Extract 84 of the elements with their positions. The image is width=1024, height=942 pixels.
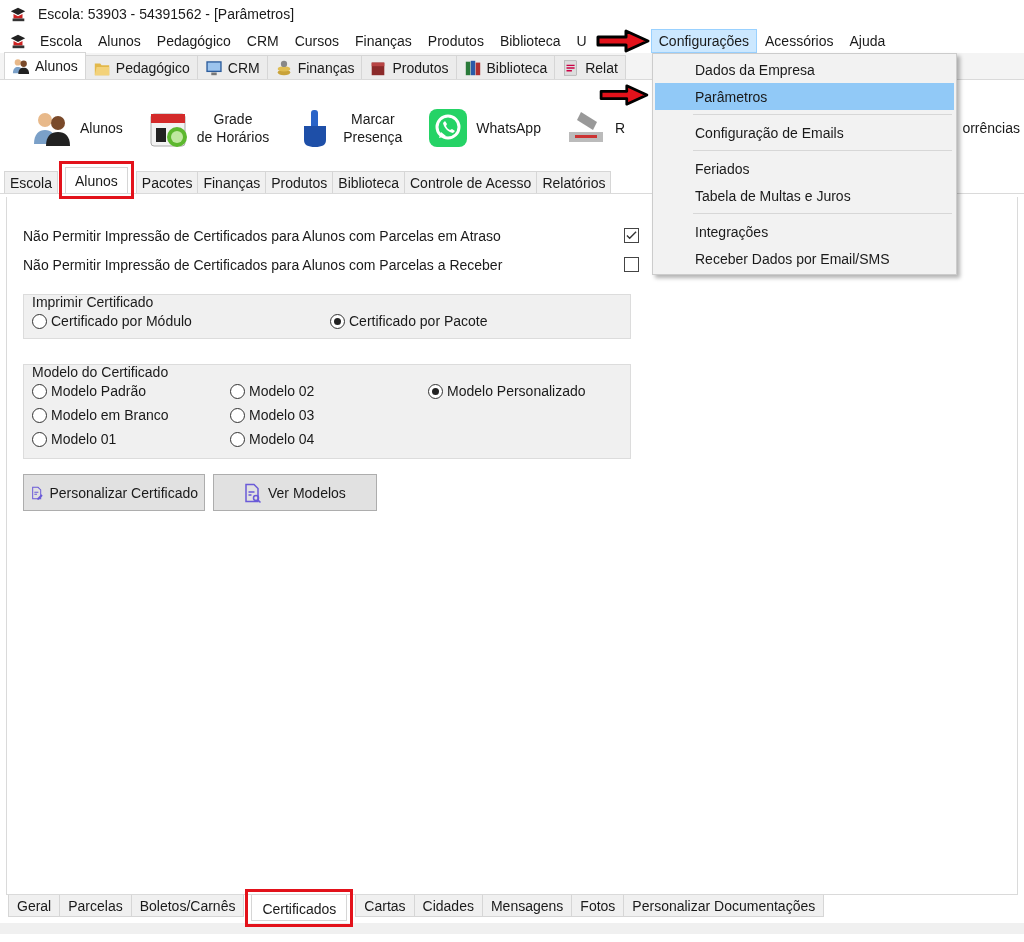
checkbox-label: Não Permitir Impressão de Certificados para Alunos com Parcelas em Atraso <box>23 227 501 244</box>
menu-item[interactable]: Cursos <box>286 28 348 53</box>
people-icon <box>12 57 30 75</box>
tab[interactable]: Escola <box>4 171 59 193</box>
ribbon-tab[interactable]: CRM <box>196 55 268 79</box>
radio-button[interactable] <box>32 313 47 329</box>
menu-item[interactable]: Pedagógico <box>148 28 239 53</box>
tab[interactable]: Mensagens <box>481 895 573 917</box>
menu-item[interactable]: Finanças <box>347 28 420 53</box>
tab[interactable]: Biblioteca <box>332 171 405 193</box>
toolbar-button[interactable]: orrências <box>962 118 1020 138</box>
tab[interactable]: Boletos/Carnês <box>130 895 245 917</box>
toolbar-button[interactable]: Grade de Horários <box>148 108 270 148</box>
tab[interactable]: Personalizar Documentações <box>623 895 825 917</box>
menu-item[interactable]: Configuração de Emails <box>655 119 954 146</box>
radio-label: Modelo 03 <box>249 407 315 423</box>
window-title: Escola: 53903 - 54391562 - [Parâmetros] <box>38 6 295 22</box>
menu-item[interactable]: Produtos <box>419 28 492 53</box>
button[interactable]: Ver Modelos <box>213 474 377 511</box>
menu-item[interactable]: Parâmetros <box>655 83 954 110</box>
radio-button[interactable] <box>32 407 47 423</box>
radio-label: Modelo Padrão <box>51 383 146 399</box>
tab[interactable]: Certificados <box>251 895 348 921</box>
tab[interactable]: Produtos <box>265 171 334 193</box>
toolbar-button[interactable]: Alunos <box>32 108 123 148</box>
menu-item[interactable]: CRM <box>238 28 287 53</box>
books-icon <box>463 58 482 77</box>
menu-item[interactable]: Acessórios <box>757 28 842 53</box>
toolbar-button[interactable]: WhatsApp <box>428 108 541 148</box>
radio-button[interactable] <box>428 383 443 399</box>
tab[interactable]: Parcelas <box>59 895 132 917</box>
arrow-icon <box>599 84 649 106</box>
document-search-icon <box>242 481 262 504</box>
tab[interactable]: Finanças <box>197 171 267 193</box>
radio-label: Modelo 01 <box>51 431 117 447</box>
checkbox-label: Não Permitir Impressão de Certificados para Alunos com Parcelas a Receber <box>23 256 503 273</box>
menu-item[interactable]: Integrações <box>655 218 954 245</box>
app-logo-icon <box>8 5 28 23</box>
radio-button[interactable] <box>230 431 245 447</box>
tab[interactable]: Fotos <box>571 895 625 917</box>
tab[interactable]: Relatórios <box>536 171 612 193</box>
toolbar-button[interactable]: R <box>566 108 626 148</box>
menu-item[interactable]: Dados da Empresa <box>655 56 954 83</box>
ribbon-tab[interactable]: Alunos <box>4 52 86 79</box>
radio-button[interactable] <box>32 383 47 399</box>
group-title: Modelo do Certificado <box>32 364 170 380</box>
menu-item[interactable]: Ajuda <box>841 28 894 53</box>
radio-label: Certificado por Módulo <box>51 313 192 329</box>
tab[interactable]: Alunos <box>65 167 128 193</box>
ribbon-tab[interactable]: Produtos <box>361 55 457 79</box>
button[interactable]: Personalizar Certificado <box>23 474 205 511</box>
radio-button[interactable] <box>230 383 245 399</box>
tab[interactable]: Pacotes <box>135 171 199 193</box>
radio-button[interactable] <box>330 313 345 329</box>
group-title: Imprimir Certificado <box>32 294 155 310</box>
radio-label: Modelo em Branco <box>51 407 169 423</box>
menu-item[interactable]: Alunos <box>90 28 149 53</box>
tab[interactable]: Geral <box>8 895 61 917</box>
menu-item[interactable]: Biblioteca <box>491 28 569 53</box>
ribbon-tab[interactable]: Relat <box>554 55 626 79</box>
tab[interactable]: Controle de Acesso <box>404 171 538 193</box>
radio-label: Modelo 04 <box>249 431 315 447</box>
chat-icon <box>428 108 469 148</box>
checkbox[interactable] <box>624 228 639 243</box>
menu-item[interactable]: Feriados <box>655 155 954 182</box>
ribbon-tab[interactable]: Biblioteca <box>455 55 556 79</box>
checkbox[interactable] <box>624 257 639 272</box>
radio-label: Modelo 02 <box>249 383 315 399</box>
tab[interactable]: Cartas <box>355 895 415 917</box>
ribbon-tab[interactable]: Finanças <box>266 55 363 79</box>
ribbon-tab[interactable]: Pedagógico <box>84 55 198 79</box>
menu-item[interactable]: Configurações <box>650 28 757 53</box>
radio-label: Modelo Personalizado <box>447 383 586 399</box>
radio-button[interactable] <box>230 407 245 423</box>
monitor-icon <box>204 58 223 77</box>
toolbar-button[interactable]: Marcar Presença <box>295 108 403 148</box>
radio-button[interactable] <box>32 431 47 447</box>
arrow-icon <box>595 28 650 53</box>
menu-item[interactable]: Tabela de Multas e Juros <box>655 182 954 209</box>
menu-item[interactable]: U <box>568 28 595 53</box>
radio-label: Certificado por Pacote <box>349 313 488 329</box>
tab[interactable]: Cidades <box>413 895 483 917</box>
menu-item[interactable]: Escola <box>32 28 91 53</box>
menu-item[interactable]: Receber Dados por Email/SMS <box>655 245 954 272</box>
